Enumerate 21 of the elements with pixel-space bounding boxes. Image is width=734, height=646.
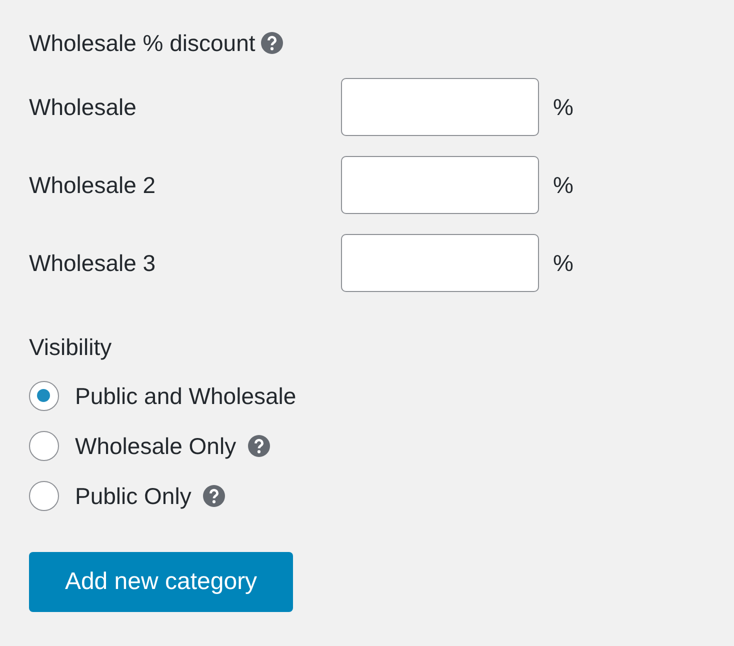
help-icon[interactable] — [248, 435, 270, 457]
unit-label: % — [553, 94, 574, 120]
option-label: Public Only — [75, 482, 192, 510]
input-field[interactable] — [341, 78, 539, 136]
field-label: Wholesale 3 — [29, 250, 157, 276]
unit-label: % — [553, 172, 574, 198]
radio-button[interactable] — [29, 431, 59, 461]
option-label: Public and Wholesale — [75, 382, 296, 410]
add-category-button[interactable]: Add new category — [29, 552, 293, 612]
radio-button[interactable] — [29, 381, 59, 411]
radio-button[interactable] — [29, 481, 59, 511]
field-label: Wholesale 2 — [29, 172, 157, 198]
input-field[interactable] — [341, 156, 539, 214]
field-label: Wholesale — [29, 94, 138, 120]
help-icon[interactable] — [261, 32, 284, 54]
option-label: Wholesale Only — [75, 432, 236, 460]
section-heading: Wholesale % discount — [29, 30, 256, 56]
unit-label: % — [553, 250, 574, 276]
help-icon[interactable] — [203, 485, 226, 507]
input-field[interactable] — [341, 234, 539, 292]
section-label: Visibility — [29, 333, 113, 362]
